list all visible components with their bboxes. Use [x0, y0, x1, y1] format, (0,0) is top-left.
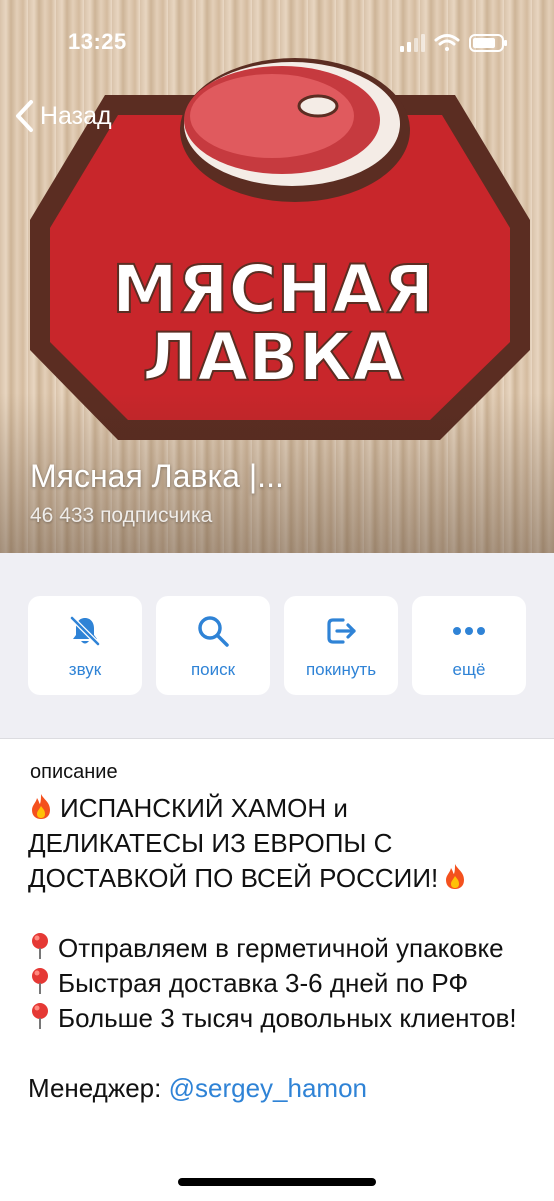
signal-icon: [400, 34, 425, 52]
description-label: описание: [30, 761, 118, 783]
fire-emoji-icon: [446, 864, 465, 889]
bullet-text: Отправляем в герметичной упаковке: [58, 933, 504, 963]
logo-word-2: ЛАВКА: [142, 319, 403, 396]
fire-emoji-icon: [32, 794, 50, 819]
back-label: Назад: [40, 101, 112, 130]
bullet-item: Отправляем в герметичной упаковке: [28, 931, 528, 966]
leave-icon: [327, 618, 356, 644]
channel-title: Мясная Лавка |...: [30, 458, 284, 494]
bell-muted-icon: [70, 616, 100, 646]
chevron-left-icon: [16, 100, 33, 132]
more-icon: [453, 627, 485, 635]
more-button[interactable]: ещё: [412, 596, 526, 695]
bullet-text: Быстрая доставка 3-6 дней по РФ: [58, 968, 469, 998]
search-icon: [198, 616, 229, 647]
mute-label: звук: [68, 660, 102, 679]
subscriber-count: 46 433 подписчика: [30, 504, 213, 527]
search-label: поиск: [190, 660, 236, 679]
status-time: 13:25: [68, 29, 127, 54]
pushpin-emoji-icon: [32, 968, 48, 994]
battery-icon: [469, 34, 507, 52]
pushpin-emoji-icon: [32, 1003, 48, 1029]
bullet-item: Больше 3 тысяч довольных клиентов!: [28, 1001, 528, 1036]
back-button[interactable]: Назад: [14, 96, 112, 136]
manager-line: Менеджер: @sergey_hamon: [28, 1071, 528, 1106]
wifi-icon: [434, 34, 460, 51]
headline-text: ИСПАНСКИЙ ХАМОН и ДЕЛИКАТЕСЫ ИЗ ЕВРОПЫ С…: [28, 793, 439, 893]
status-icons: [400, 32, 510, 59]
description-section: описание ИСПАНСКИЙ ХАМОН и ДЕЛИКАТЕСЫ ИЗ…: [0, 738, 554, 1201]
manager-label: Менеджер:: [28, 1073, 162, 1103]
pushpin-emoji-icon: [32, 933, 48, 959]
status-bar: 13:25: [0, 0, 554, 80]
search-button[interactable]: поиск: [156, 596, 270, 695]
manager-link[interactable]: @sergey_hamon: [169, 1073, 367, 1103]
description-text[interactable]: ИСПАНСКИЙ ХАМОН и ДЕЛИКАТЕСЫ ИЗ ЕВРОПЫ С…: [28, 791, 528, 1106]
mute-button[interactable]: звук: [28, 596, 142, 695]
logo-word-1: МЯСНАЯ: [112, 251, 434, 328]
leave-label: покинуть: [305, 660, 377, 679]
leave-button[interactable]: покинуть: [284, 596, 398, 695]
bullet-text: Больше 3 тысяч довольных клиентов!: [58, 1003, 517, 1033]
bullet-item: Быстрая доставка 3-6 дней по РФ: [28, 966, 528, 1001]
more-label: ещё: [452, 660, 486, 679]
action-bar: звук поиск покинуть ещё: [0, 553, 554, 738]
description-headline: ИСПАНСКИЙ ХАМОН и ДЕЛИКАТЕСЫ ИЗ ЕВРОПЫ С…: [28, 791, 528, 896]
home-indicator: [178, 1178, 376, 1186]
